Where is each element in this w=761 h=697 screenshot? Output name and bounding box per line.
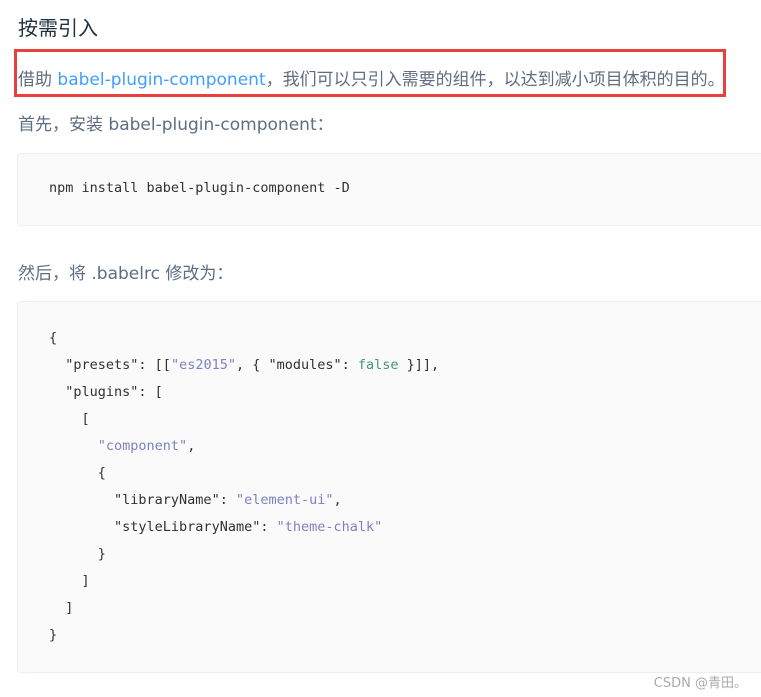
step1-paragraph: 首先，安装 babel-plugin-component： <box>18 115 334 135</box>
intro-prefix: 借助 <box>18 70 58 90</box>
babelrc-code-block: { "presets": [["es2015", { "modules": fa… <box>17 301 761 673</box>
intro-paragraph: 借助 babel-plugin-component，我们可以只引入需要的组件，以… <box>18 65 725 90</box>
step2-paragraph: 然后，将 .babelrc 修改为： <box>18 264 234 284</box>
install-command: npm install babel-plugin-component -D <box>49 180 350 196</box>
babel-plugin-link[interactable]: babel-plugin-component <box>57 70 265 90</box>
babelrc-code: { "presets": [["es2015", { "modules": fa… <box>49 330 440 643</box>
install-code-block: npm install babel-plugin-component -D <box>17 153 761 226</box>
intro-suffix: ，我们可以只引入需要的组件，以达到减小项目体积的目的。 <box>265 70 725 90</box>
csdn-watermark: CSDN @青田。 <box>653 676 747 691</box>
section-heading: 按需引入 <box>18 16 98 40</box>
